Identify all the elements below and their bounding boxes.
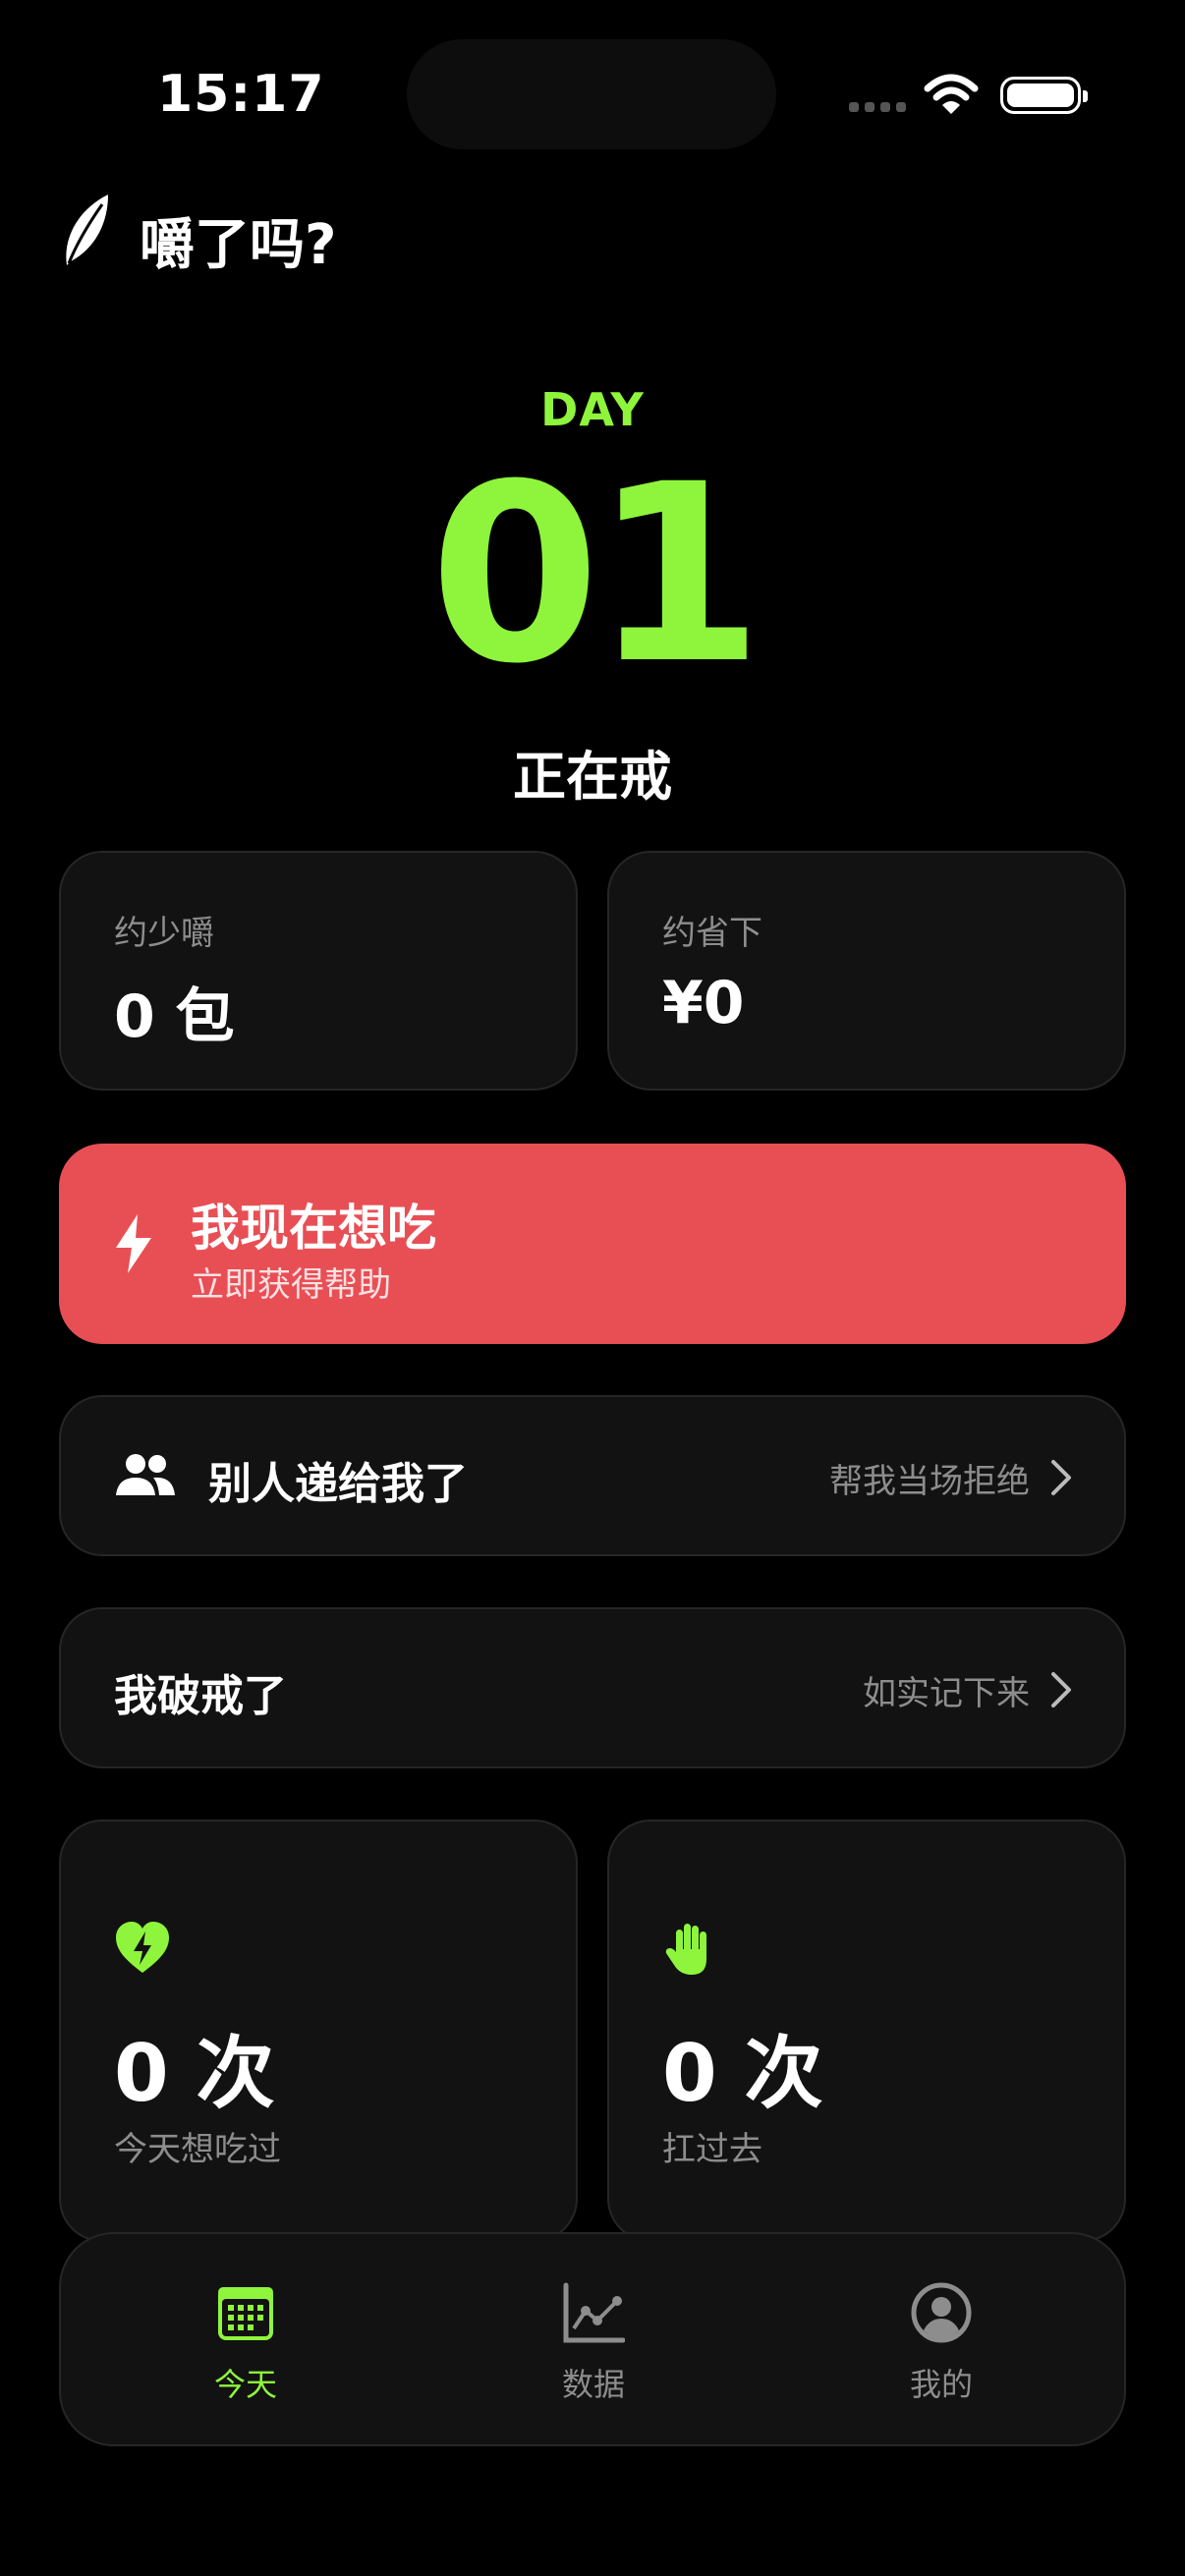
chevron-right-icon — [1051, 1460, 1071, 1495]
stat-value: 0 包 — [114, 982, 235, 1051]
app-title: 嚼了吗? — [140, 213, 337, 277]
stat-card-money: 约省下 ¥0 — [607, 851, 1126, 1091]
tab-data-label: 数据 — [561, 2366, 625, 2403]
tab-today[interactable]: 今天 — [147, 2281, 344, 2405]
wifi-icon — [924, 74, 979, 114]
tab-bar: 今天 数据 我的 — [59, 2232, 1126, 2446]
chevron-right-icon — [1051, 1672, 1071, 1708]
craving-count-label: 今天想吃过 — [114, 2130, 281, 2169]
relapse-action: 如实记下来 — [863, 1674, 1030, 1713]
stat-card-packs: 约少嚼 0 包 — [59, 851, 578, 1091]
resisted-count-card: 0 次 扛过去 — [607, 1820, 1126, 2242]
dynamic-island — [407, 39, 776, 149]
stat-label: 约省下 — [662, 914, 762, 953]
stat-value: ¥0 — [662, 969, 745, 1037]
relapse-row[interactable]: 我破戒了 如实记下来 — [59, 1607, 1126, 1768]
quit-status: 正在戒 — [513, 746, 672, 808]
cellular-signal-icon — [849, 102, 906, 112]
people-icon — [116, 1454, 175, 1495]
craving-count: 0 次 — [114, 2028, 275, 2119]
offered-row[interactable]: 别人递给我了 帮我当场拒绝 — [59, 1395, 1126, 1556]
craving-count-card: 0 次 今天想吃过 — [59, 1820, 578, 2242]
resisted-count: 0 次 — [662, 2028, 823, 2119]
craving-help-button[interactable]: 我现在想吃 立即获得帮助 — [59, 1144, 1126, 1344]
resisted-count-label: 扛过去 — [662, 2130, 762, 2169]
offered-label: 别人递给我了 — [208, 1459, 468, 1509]
tab-data[interactable]: 数据 — [495, 2281, 692, 2405]
heart-bolt-icon — [116, 1922, 169, 1973]
tab-profile[interactable]: 我的 — [843, 2281, 1040, 2405]
day-counter: 01 — [429, 431, 763, 717]
craving-title: 我现在想吃 — [191, 1200, 436, 1257]
stat-label: 约少嚼 — [114, 914, 214, 953]
profile-icon — [911, 2282, 972, 2343]
offered-action: 帮我当场拒绝 — [829, 1462, 1030, 1501]
day-label: DAY — [540, 383, 645, 436]
hand-icon — [665, 1924, 706, 1975]
calendar-icon — [218, 2287, 273, 2340]
status-time: 15:17 — [157, 65, 325, 124]
relapse-label: 我破戒了 — [114, 1671, 287, 1721]
chart-icon — [563, 2282, 625, 2343]
tab-profile-label: 我的 — [909, 2366, 973, 2403]
tab-today-label: 今天 — [213, 2366, 277, 2403]
leaf-logo-icon — [66, 195, 108, 265]
lightning-icon — [116, 1214, 151, 1273]
craving-subtitle: 立即获得帮助 — [191, 1265, 391, 1305]
battery-icon — [1000, 77, 1088, 114]
